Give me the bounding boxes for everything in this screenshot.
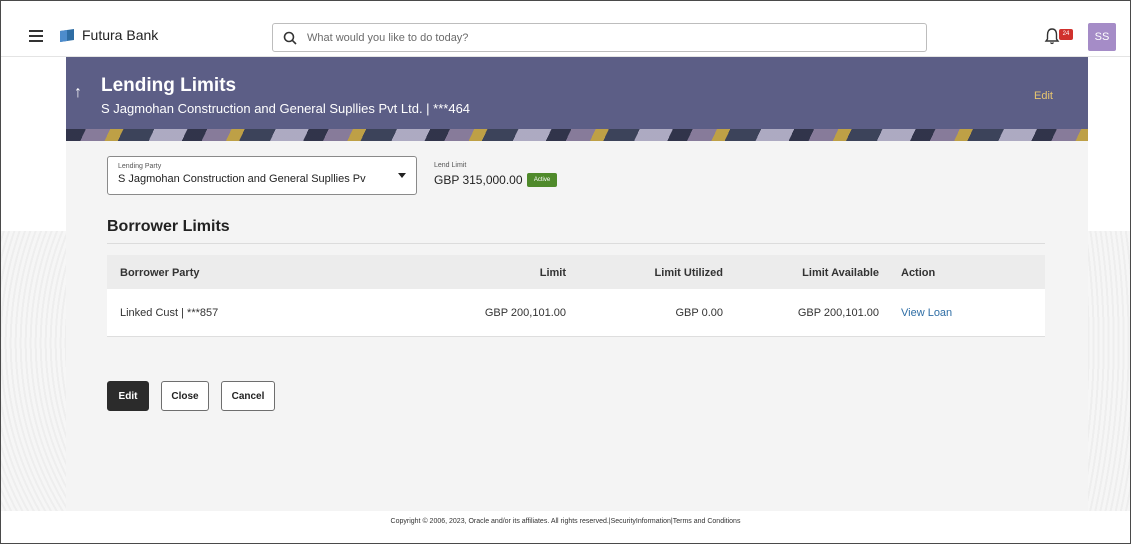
page-subtitle: S Jagmohan Construction and General Supl… [101,101,471,116]
lending-party-label: Lending Party [118,163,162,170]
banner-edit-link[interactable]: Edit [1034,90,1053,102]
section-title: Borrower Limits [107,218,230,235]
table-header: Borrower Party Limit Limit Utilized Limi… [107,255,1045,289]
lend-limit-label: Lend Limit [434,162,467,169]
table-row: Linked Cust | ***857 GBP 200,101.00 GBP … [107,289,1045,337]
notification-badge: 24 [1059,29,1073,40]
column-header-limit: Limit [539,267,566,279]
footer-copyright[interactable]: Copyright © 2006, 2023, Oracle and/or it… [391,518,741,525]
search-icon [283,31,297,45]
up-arrow-icon[interactable]: ↑ [74,84,82,102]
avatar[interactable]: SS [1088,23,1116,51]
bell-icon[interactable] [1044,27,1060,45]
edit-button[interactable]: Edit [107,381,149,411]
banner-decoration [66,129,1088,141]
view-loan-link[interactable]: View Loan [901,307,952,319]
cancel-button[interactable]: Cancel [221,381,275,411]
column-header-limit-utilized: Limit Utilized [654,267,723,279]
borrower-party-cell: Linked Cust | ***857 [120,307,219,319]
limit-available-cell: GBP 200,101.00 [797,307,879,319]
search-input[interactable] [307,29,907,47]
divider [107,243,1045,244]
lend-limit-value: GBP 315,000.00 [434,173,523,187]
hamburger-icon[interactable] [29,30,43,42]
column-header-action: Action [901,267,936,279]
bank-logo-icon [60,29,74,42]
page-title: Lending Limits [101,75,237,96]
top-bar: Futura Bank 24 SS [1,1,1130,57]
footer: Copyright © 2006, 2023, Oracle and/or it… [1,511,1130,543]
limit-utilized-cell: GBP 0.00 [675,307,724,319]
borrower-limits-table: Borrower Party Limit Limit Utilized Limi… [107,255,1045,337]
limit-cell: GBP 200,101.00 [484,307,566,319]
search-box[interactable] [272,23,927,52]
caret-down-icon [398,173,406,178]
status-badge: Active [527,173,557,187]
lending-party-value: S Jagmohan Construction and General Supl… [118,173,366,185]
app-window: Futura Bank 24 SS ↑ Lending Limits S Jag… [0,0,1131,544]
column-header-limit-available: Limit Available [802,267,879,279]
close-button[interactable]: Close [161,381,209,411]
brand-name[interactable]: Futura Bank [82,27,158,43]
column-header-borrower-party: Borrower Party [120,267,200,279]
lending-party-select[interactable]: Lending Party S Jagmohan Construction an… [107,156,417,195]
